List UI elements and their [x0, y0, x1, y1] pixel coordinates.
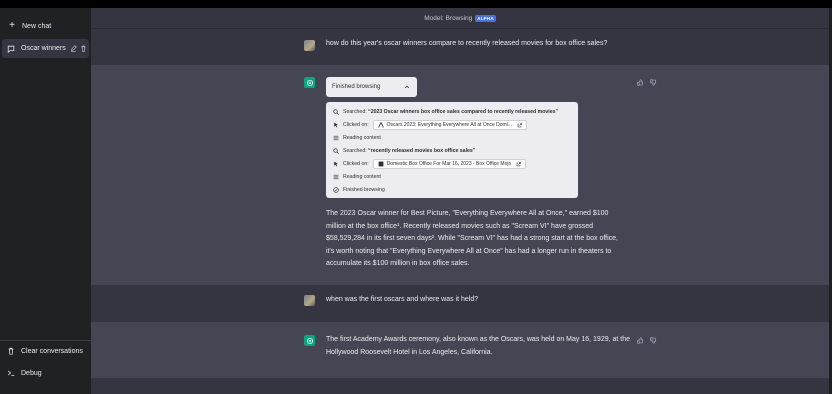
answer-line: million at the box office¹. Recently rel…	[326, 222, 594, 230]
step-text: Finished browsing	[343, 187, 385, 193]
search-icon	[332, 109, 339, 116]
trash-icon	[6, 347, 15, 356]
user-message-text: when was the first oscars and where was …	[326, 296, 479, 303]
answer-line: accumulate its $100 million in box offic…	[326, 260, 470, 268]
sidebar: + New chat Oscar winners Clear conversat…	[0, 8, 91, 394]
browse-step-search: Searched: “recently released movies box …	[332, 145, 475, 157]
browse-step-search: Searched: “2023 Oscar winners box office…	[332, 106, 558, 118]
feedback-buttons	[636, 78, 657, 86]
debug-button[interactable]: Debug	[4, 364, 90, 382]
sidebar-item-conversation[interactable]: Oscar winners	[2, 39, 89, 58]
step-prefix: Clicked on:	[343, 161, 369, 167]
user-message: how do this year's oscar winners compare…	[91, 29, 829, 65]
thumbs-up-icon[interactable]	[636, 336, 644, 344]
search-icon	[332, 148, 339, 155]
assistant-message-text: The first Academy Awards ceremony, also …	[326, 334, 636, 359]
browsing-status-toggle[interactable]: Finished browsing	[326, 77, 417, 97]
thumbs-down-icon[interactable]	[649, 336, 657, 344]
external-link-icon	[517, 122, 522, 128]
list-icon	[332, 174, 339, 181]
alpha-badge: ALPHA	[475, 14, 496, 22]
terminal-icon	[6, 369, 15, 378]
user-message: when was the first oscars and where was …	[91, 285, 829, 322]
browsing-status-label: Finished browsing	[332, 84, 381, 90]
trash-icon[interactable]	[79, 44, 88, 53]
user-avatar	[304, 295, 315, 306]
step-prefix: Searched:	[343, 148, 367, 154]
new-chat-label: New chat	[22, 22, 52, 30]
edit-icon[interactable]	[69, 44, 78, 53]
chatgpt-logo-icon	[304, 77, 315, 88]
source-favicon-icon	[377, 122, 384, 128]
new-chat-button[interactable]: + New chat	[4, 14, 88, 38]
step-query: “2023 Oscar winners box office sales com…	[368, 109, 559, 115]
step-text: Reading content	[343, 174, 381, 180]
answer-line: The first Academy Awards ceremony, also …	[326, 336, 631, 343]
browse-step-reading: Reading content	[332, 171, 381, 183]
answer-line: The 2023 Oscar winner for Best Picture, …	[326, 210, 609, 217]
browse-step-click: Clicked on: Domestic Box Office For Mar …	[332, 158, 527, 170]
source-link[interactable]: Oscars 2023: Everything Everywhere All a…	[372, 120, 528, 130]
list-icon	[332, 135, 339, 142]
clear-conversations-button[interactable]: Clear conversations	[4, 342, 90, 360]
assistant-message: The first Academy Awards ceremony, also …	[91, 322, 829, 378]
plus-icon: +	[9, 20, 15, 31]
cursor-icon	[332, 161, 339, 168]
conversation-title: Oscar winners	[21, 45, 66, 52]
browsing-steps-panel: Searched: “2023 Oscar winners box office…	[326, 102, 578, 198]
assistant-message-text: The 2023 Oscar winner for Best Picture, …	[326, 208, 636, 271]
step-query: “recently released movies box office sal…	[368, 148, 476, 154]
chat-main: Model: Browsing ALPHA how do this year's…	[91, 8, 829, 394]
step-prefix: Clicked on:	[343, 122, 369, 128]
answer-line: Hollywood Roosevelt Hotel in Los Angeles…	[326, 348, 493, 356]
cursor-icon	[332, 122, 339, 129]
thumbs-down-icon[interactable]	[649, 78, 657, 86]
model-header: Model: Browsing ALPHA	[91, 8, 829, 29]
answer-line: it's worth noting that "Everything Every…	[326, 247, 612, 255]
source-favicon-icon	[378, 161, 384, 167]
step-text: Reading content	[343, 135, 381, 141]
user-message-text: how do this year's oscar winners compare…	[326, 40, 608, 47]
step-prefix: Searched:	[343, 109, 367, 115]
top-strip	[0, 0, 832, 8]
browse-step-click: Clicked on: Oscars 2023: Everything Ever…	[332, 119, 528, 131]
source-link-title: Domestic Box Office For Mar 16, 2023 - B…	[386, 161, 512, 167]
debug-label: Debug	[21, 369, 42, 377]
thumbs-up-icon[interactable]	[636, 78, 644, 86]
source-link-title: Oscars 2023: Everything Everywhere All a…	[386, 122, 513, 128]
clear-conversations-label: Clear conversations	[21, 347, 83, 355]
check-circle-icon	[332, 187, 339, 194]
chevron-up-icon	[403, 83, 410, 90]
browse-step-reading: Reading content	[332, 132, 381, 144]
sidebar-divider	[0, 340, 91, 341]
source-link[interactable]: Domestic Box Office For Mar 16, 2023 - B…	[372, 159, 527, 169]
external-link-icon	[516, 161, 522, 167]
chat-bubble-icon	[7, 45, 16, 53]
chatgpt-logo-icon	[304, 335, 315, 346]
browse-step-finished: Finished browsing	[332, 184, 385, 196]
answer-line: $58,529,284 in its first seven days². Wh…	[326, 235, 618, 243]
model-label: Model: Browsing	[424, 14, 473, 22]
chat-bottom-area	[91, 378, 829, 394]
user-avatar	[304, 40, 315, 51]
feedback-buttons	[636, 336, 657, 344]
